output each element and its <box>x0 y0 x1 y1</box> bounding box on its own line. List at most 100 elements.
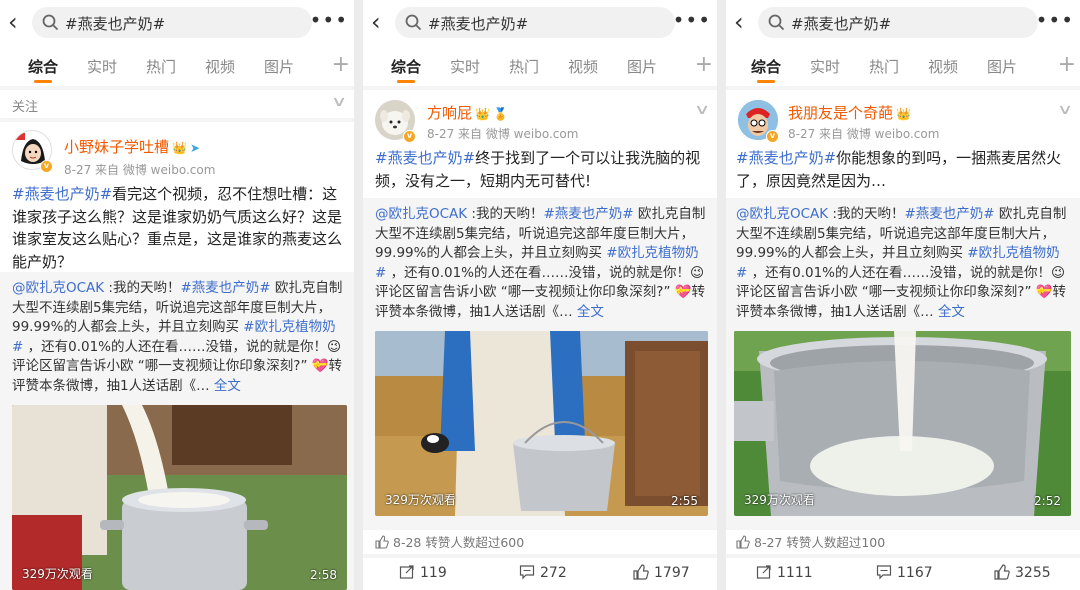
tab-realtime[interactable]: 实时 <box>810 56 840 77</box>
video-thumbnail <box>12 405 347 590</box>
post-text: #燕麦也产奶#你能想象的到吗，一捆燕麦居然火了，原因竟然是因为… <box>736 149 1062 190</box>
more-icon[interactable]: ••• <box>310 10 348 30</box>
search-input[interactable]: #燕麦也产奶# <box>758 7 1038 38</box>
search-input[interactable]: #燕麦也产奶# <box>395 7 675 38</box>
tab-video[interactable]: 视频 <box>205 56 235 77</box>
tab-video[interactable]: 视频 <box>928 56 958 77</box>
comment-icon <box>519 565 535 580</box>
divider <box>0 118 354 122</box>
like-button[interactable]: 1797 <box>633 564 690 581</box>
action-bar: 1111 1167 3255 <box>726 562 1080 586</box>
post-meta: 8-27 来自 微博 weibo.com <box>427 127 579 141</box>
video-thumbnail <box>734 331 1071 516</box>
add-tab-icon[interactable]: + <box>1058 52 1076 77</box>
hashtag-link[interactable]: #燕麦也产奶# <box>375 149 475 167</box>
chevron-down-icon[interactable]: ∨ <box>694 102 710 118</box>
reposted-card[interactable]: @欧扎克OCAK :我的天哟！#燕麦也产奶# 欧扎克自制大型不连续剧5集完结，听… <box>363 198 717 530</box>
username[interactable]: 方响屁 👑 🏅 <box>427 102 508 123</box>
mention-link[interactable]: @欧扎克OCAK <box>12 280 104 296</box>
tab-realtime[interactable]: 实时 <box>450 56 480 77</box>
tab-images[interactable]: 图片 <box>987 56 1017 77</box>
chevron-down-icon[interactable]: ∨ <box>1057 102 1073 118</box>
add-tab-icon[interactable]: + <box>332 52 350 77</box>
comment-button[interactable]: 272 <box>519 564 567 581</box>
weibo-panel-3: ‹ #燕麦也产奶# ••• 综合 实时 热门 视频 图片 + v 我朋友是个奇葩… <box>726 0 1080 590</box>
mention-link[interactable]: @欧扎克OCAK <box>375 206 467 222</box>
search-input[interactable]: #燕麦也产奶# <box>32 7 312 38</box>
divider <box>726 86 1080 90</box>
tab-images[interactable]: 图片 <box>627 56 657 77</box>
tab-video[interactable]: 视频 <box>568 56 598 77</box>
crown-icon: 👑 <box>896 107 911 121</box>
tab-comprehensive[interactable]: 综合 <box>751 56 781 77</box>
video-view-count: 329万次观看 <box>744 493 815 507</box>
active-tab-indicator <box>34 80 52 83</box>
repost-text: @欧扎克OCAK :我的天哟！#燕麦也产奶# 欧扎克自制大型不连续剧5集完结，听… <box>12 280 343 394</box>
video-player[interactable]: 329万次观看 2:55 <box>375 331 708 516</box>
video-duration: 2:58 <box>310 568 337 582</box>
add-tab-icon[interactable]: + <box>695 52 713 77</box>
repost-button[interactable]: 119 <box>399 564 447 581</box>
tab-images[interactable]: 图片 <box>264 56 294 77</box>
post-meta: 8-27 来自 微博 weibo.com <box>788 127 940 141</box>
thumbs-up-icon <box>994 564 1010 580</box>
divider <box>726 554 1080 558</box>
hashtag-link[interactable]: #燕麦也产奶# <box>12 185 112 203</box>
read-more-link[interactable]: 全文 <box>573 304 604 320</box>
comment-button[interactable]: 1167 <box>876 564 933 581</box>
like-button[interactable]: 3255 <box>994 564 1051 581</box>
send-icon: ➤ <box>189 141 201 155</box>
hashtag-link[interactable]: #燕麦也产奶# <box>736 149 836 167</box>
crown-icon: 👑 <box>475 107 490 121</box>
search-icon <box>42 14 59 31</box>
reposted-card[interactable]: @欧扎克OCAK :我的天哟！#燕麦也产奶# 欧扎克自制大型不连续剧5集完结，听… <box>0 272 354 590</box>
tab-comprehensive[interactable]: 综合 <box>391 56 421 77</box>
tab-bar: 综合 实时 热门 视频 图片 + <box>363 48 717 86</box>
hashtag-link[interactable]: #燕麦也产奶# <box>904 206 994 222</box>
reposted-card[interactable]: @欧扎克OCAK :我的天哟！#燕麦也产奶# 欧扎克自制大型不连续剧5集完结，听… <box>726 198 1080 530</box>
hashtag-link[interactable]: #燕麦也产奶# <box>180 280 270 296</box>
thumbs-up-icon <box>633 564 649 580</box>
back-arrow-icon[interactable]: ‹ <box>8 9 18 35</box>
repost-button[interactable]: 1111 <box>756 564 813 581</box>
read-more-link[interactable]: 全文 <box>210 378 241 394</box>
medal-icon: 🏅 <box>492 107 508 121</box>
verified-badge-icon: v <box>40 160 53 173</box>
video-duration: 2:52 <box>1034 494 1061 508</box>
thumbs-up-icon <box>375 535 389 549</box>
mention-link[interactable]: @欧扎克OCAK <box>736 206 828 222</box>
panel-separator <box>354 0 363 590</box>
active-tab-indicator <box>397 80 415 83</box>
video-player[interactable]: 329万次观看 2:58 <box>12 405 347 590</box>
tab-hot[interactable]: 热门 <box>146 56 176 77</box>
read-more-link[interactable]: 全文 <box>934 304 965 320</box>
video-view-count: 329万次观看 <box>22 567 93 581</box>
back-arrow-icon[interactable]: ‹ <box>734 9 744 35</box>
tab-comprehensive[interactable]: 综合 <box>28 56 58 77</box>
search-query: #燕麦也产奶# <box>65 15 166 33</box>
search-query: #燕麦也产奶# <box>791 15 892 33</box>
chevron-down-icon[interactable]: ∨ <box>331 94 347 110</box>
video-view-count: 329万次观看 <box>385 493 456 507</box>
tab-bar: 综合 实时 热门 视频 图片 + <box>0 48 354 86</box>
tab-hot[interactable]: 热门 <box>509 56 539 77</box>
divider <box>363 554 717 558</box>
more-icon[interactable]: ••• <box>1036 10 1074 30</box>
hashtag-link[interactable]: #燕麦也产奶# <box>543 206 633 222</box>
back-arrow-icon[interactable]: ‹ <box>371 9 381 35</box>
username[interactable]: 我朋友是个奇葩 👑 <box>788 102 911 123</box>
search-query: #燕麦也产奶# <box>428 15 529 33</box>
video-thumbnail <box>375 331 708 516</box>
username[interactable]: 小野妹子学吐槽 👑 ➤ <box>64 136 200 157</box>
tab-hot[interactable]: 热门 <box>869 56 899 77</box>
more-icon[interactable]: ••• <box>673 10 711 30</box>
tab-realtime[interactable]: 实时 <box>87 56 117 77</box>
video-player[interactable]: 329万次观看 2:52 <box>734 331 1071 516</box>
tab-bar: 综合 实时 热门 视频 图片 + <box>726 48 1080 86</box>
divider <box>363 86 717 90</box>
action-bar: 119 272 1797 <box>363 562 717 586</box>
verified-badge-icon: v <box>766 130 779 143</box>
verified-badge-icon: v <box>403 130 416 143</box>
comment-icon <box>876 565 892 580</box>
weibo-panel-2: ‹ #燕麦也产奶# ••• 综合 实时 热门 视频 图片 + v 方响屁 👑 🏅 8… <box>363 0 717 590</box>
